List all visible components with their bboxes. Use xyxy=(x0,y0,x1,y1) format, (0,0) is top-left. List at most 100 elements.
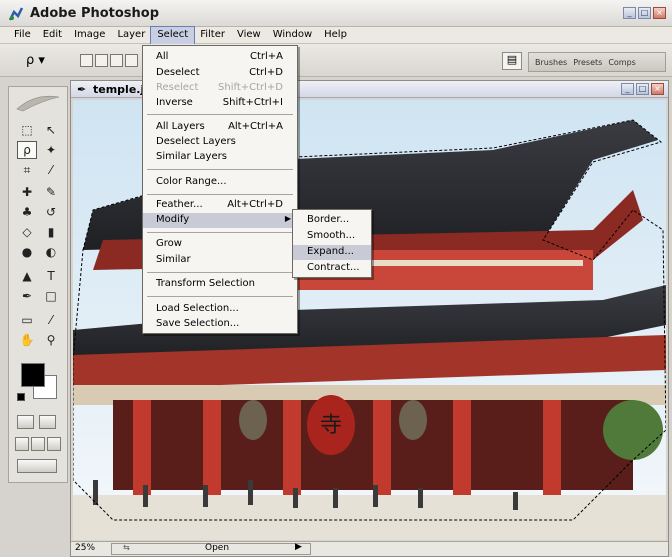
zoom-tool-icon[interactable]: ⚲ xyxy=(41,331,61,349)
jump-to-imageready-icon[interactable] xyxy=(17,459,57,473)
menu-window[interactable]: Window xyxy=(267,27,318,44)
menu-separator xyxy=(147,272,293,273)
menu-separator xyxy=(147,114,293,115)
menu-separator xyxy=(147,296,293,297)
submenu-item-label: Border... xyxy=(307,214,350,225)
brush-tool-icon[interactable]: ✎ xyxy=(41,183,61,201)
palette-tab-brushes[interactable]: Brushes xyxy=(535,58,567,67)
menu-item-label: Similar Layers xyxy=(156,151,227,162)
options-bar: ρ ▾ ▤ Brushes Presets Comps xyxy=(0,44,672,77)
path-select-icon[interactable]: ▲ xyxy=(17,267,37,285)
menu-item-feather[interactable]: Feather... Alt+Ctrl+D xyxy=(143,198,297,213)
hand-tool-icon[interactable]: ✋ xyxy=(17,331,37,349)
blur-tool-icon[interactable]: ● xyxy=(17,243,37,261)
menu-item-transform-selection[interactable]: Transform Selection xyxy=(143,277,297,292)
screen-mode-full-menu-icon[interactable] xyxy=(31,437,45,451)
crop-tool-icon[interactable]: ⌗ xyxy=(17,161,37,179)
menu-item-label: Deselect Layers xyxy=(156,136,236,147)
submenu-item-label: Smooth... xyxy=(307,230,356,241)
default-colors-icon[interactable] xyxy=(17,393,25,401)
lasso-tool-icon[interactable]: ρ xyxy=(17,141,37,159)
maximize-button[interactable]: □ xyxy=(638,7,651,19)
menu-item-inverse[interactable]: Inverse Shift+Ctrl+I xyxy=(143,96,297,111)
standard-mode-icon[interactable] xyxy=(17,415,34,429)
new-selection-icon[interactable] xyxy=(80,54,93,67)
feather-logo-icon xyxy=(16,95,60,112)
eyedropper-icon[interactable]: ⁄ xyxy=(41,311,61,329)
menu-filter[interactable]: Filter xyxy=(194,27,231,44)
document-window-controls: _ □ × xyxy=(621,83,664,95)
clone-stamp-icon[interactable]: ♣ xyxy=(17,203,37,221)
foreground-color-swatch[interactable] xyxy=(21,363,45,387)
status-text: Open xyxy=(205,543,230,553)
healing-brush-icon[interactable]: ✚ xyxy=(17,183,37,201)
menu-item-label: Deselect xyxy=(156,67,200,78)
status-separator-icon: ⇆ xyxy=(123,543,130,552)
menu-item-color-range[interactable]: Color Range... xyxy=(143,175,297,190)
menu-file[interactable]: File xyxy=(8,27,37,44)
submenu-item-contract[interactable]: Contract... xyxy=(293,261,371,276)
subtract-selection-icon[interactable] xyxy=(110,54,123,67)
submenu-item-border[interactable]: Border... xyxy=(293,213,371,228)
menu-item-similar-layers[interactable]: Similar Layers xyxy=(143,150,297,165)
doc-maximize-button[interactable]: □ xyxy=(636,83,649,95)
menu-item-label: Inverse xyxy=(156,97,193,108)
quick-mask-icon[interactable] xyxy=(39,415,56,429)
shape-tool-icon[interactable]: □ xyxy=(41,287,61,305)
palette-tab-comps[interactable]: Comps xyxy=(608,58,636,67)
doc-minimize-button[interactable]: _ xyxy=(621,83,634,95)
doc-close-button[interactable]: × xyxy=(651,83,664,95)
menu-item-similar[interactable]: Similar xyxy=(143,253,297,268)
menu-item-deselect-layers[interactable]: Deselect Layers xyxy=(143,135,297,150)
intersect-selection-icon[interactable] xyxy=(125,54,138,67)
menu-item-modify[interactable]: Modify ▶ xyxy=(143,213,297,228)
move-tool-icon[interactable]: ↖ xyxy=(41,121,61,139)
submenu-item-smooth[interactable]: Smooth... xyxy=(293,229,371,244)
menu-item-all-layers[interactable]: All Layers Alt+Ctrl+A xyxy=(143,120,297,135)
menu-item-save-selection[interactable]: Save Selection... xyxy=(143,317,297,332)
palette-well: Brushes Presets Comps xyxy=(528,52,666,72)
app-title: Adobe Photoshop xyxy=(30,6,160,21)
status-menu-arrow-icon[interactable]: ▶ xyxy=(295,542,302,552)
menu-item-load-selection[interactable]: Load Selection... xyxy=(143,302,297,317)
menu-item-label: Load Selection... xyxy=(156,303,239,314)
menu-edit[interactable]: Edit xyxy=(37,27,68,44)
history-brush-icon[interactable]: ↺ xyxy=(41,203,61,221)
zoom-level[interactable]: 25% xyxy=(75,543,95,553)
menu-view[interactable]: View xyxy=(231,27,267,44)
screen-mode-full-icon[interactable] xyxy=(47,437,61,451)
document-title: temple.j xyxy=(93,83,145,96)
menu-layer[interactable]: Layer xyxy=(111,27,151,44)
pen-tool-icon[interactable]: ✒ xyxy=(17,287,37,305)
magic-wand-icon[interactable]: ✦ xyxy=(41,141,61,159)
menu-item-shortcut: Ctrl+D xyxy=(249,67,283,78)
menu-item-label: Transform Selection xyxy=(156,278,256,289)
submenu-item-expand[interactable]: Expand... xyxy=(293,245,371,260)
menu-item-all[interactable]: All Ctrl+A xyxy=(143,50,297,65)
minimize-button[interactable]: _ xyxy=(623,7,636,19)
menu-item-label: Grow xyxy=(156,238,182,249)
eraser-tool-icon[interactable]: ◇ xyxy=(17,223,37,241)
menu-item-label: Similar xyxy=(156,254,191,265)
screen-mode-standard-icon[interactable] xyxy=(15,437,29,451)
type-tool-icon[interactable]: T xyxy=(41,267,61,285)
menu-help[interactable]: Help xyxy=(318,27,353,44)
palette-tab-presets[interactable]: Presets xyxy=(573,58,602,67)
menu-item-shortcut: Shift+Ctrl+D xyxy=(218,82,283,93)
lasso-tool-preset-icon[interactable]: ρ ▾ xyxy=(26,53,56,69)
menu-separator xyxy=(147,232,293,233)
menu-item-deselect[interactable]: Deselect Ctrl+D xyxy=(143,66,297,81)
menu-image[interactable]: Image xyxy=(68,27,111,44)
notes-tool-icon[interactable]: ▭ xyxy=(17,311,37,329)
slice-tool-icon[interactable]: ⁄ xyxy=(41,161,61,179)
menu-item-label: All xyxy=(156,51,169,62)
menu-select[interactable]: Select xyxy=(150,26,196,45)
gradient-tool-icon[interactable]: ▮ xyxy=(41,223,61,241)
dodge-tool-icon[interactable]: ◐ xyxy=(41,243,61,261)
close-button[interactable]: × xyxy=(653,7,666,19)
marquee-tool-icon[interactable]: ⬚ xyxy=(17,121,37,139)
document-icon: ✒ xyxy=(77,83,87,96)
file-browser-icon[interactable]: ▤ xyxy=(502,52,522,70)
add-selection-icon[interactable] xyxy=(95,54,108,67)
menu-item-grow[interactable]: Grow xyxy=(143,237,297,252)
